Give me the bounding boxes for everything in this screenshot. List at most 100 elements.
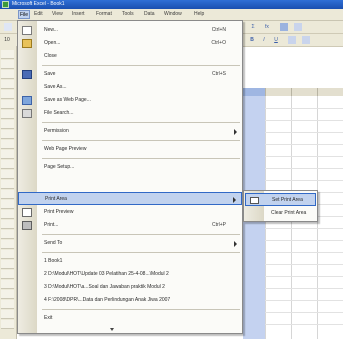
submenu-arrow-icon bbox=[234, 241, 237, 247]
row-header[interactable] bbox=[1, 260, 14, 269]
print-icon bbox=[22, 221, 32, 230]
recent-file-1[interactable]: 1 Book1 bbox=[18, 255, 242, 268]
new-icon[interactable] bbox=[4, 23, 12, 31]
row-header[interactable] bbox=[1, 270, 14, 279]
row-header[interactable] bbox=[1, 50, 14, 59]
row-header[interactable] bbox=[1, 100, 14, 109]
menu-tools[interactable]: Tools bbox=[122, 10, 134, 19]
submenu-arrow-icon bbox=[233, 197, 236, 203]
row-header[interactable] bbox=[1, 290, 14, 299]
row-header[interactable] bbox=[1, 90, 14, 99]
menu-item-label: Save As... bbox=[44, 84, 67, 90]
drawing-icon[interactable] bbox=[294, 23, 302, 31]
row-header[interactable] bbox=[1, 280, 14, 289]
menu-item-label: Save as Web Page... bbox=[44, 97, 91, 103]
new-document-icon bbox=[22, 26, 32, 35]
italic-button[interactable]: I bbox=[260, 36, 268, 44]
menu-item-save-as[interactable]: Save As... bbox=[18, 81, 242, 94]
row-header[interactable] bbox=[1, 210, 14, 219]
row-header[interactable] bbox=[1, 320, 14, 329]
menu-item-save[interactable]: Save Ctrl+S bbox=[18, 68, 242, 81]
row-header[interactable] bbox=[1, 200, 14, 209]
font-size-field[interactable]: 10 bbox=[2, 36, 12, 44]
menu-item-open[interactable]: Open... Ctrl+O bbox=[18, 37, 242, 50]
menu-item-clear-print-area[interactable]: Clear Print Area bbox=[245, 207, 316, 220]
menu-view[interactable]: View bbox=[52, 10, 63, 19]
menu-item-exit[interactable]: Exit bbox=[18, 312, 242, 325]
row-header[interactable] bbox=[1, 250, 14, 259]
menu-insert[interactable]: Insert bbox=[72, 10, 85, 19]
menu-item-web-page-preview[interactable]: Web Page Preview bbox=[18, 143, 242, 156]
row-header[interactable] bbox=[1, 160, 14, 169]
menu-item-send-to[interactable]: Send To bbox=[18, 237, 242, 250]
column-header[interactable] bbox=[265, 88, 292, 96]
open-folder-icon bbox=[22, 39, 32, 48]
menu-item-close[interactable]: Close bbox=[18, 50, 242, 63]
menu-data[interactable]: Data bbox=[144, 10, 155, 19]
align-icon[interactable] bbox=[288, 36, 296, 44]
menu-item-page-setup[interactable]: Page Setup... bbox=[18, 161, 242, 174]
column-header[interactable] bbox=[317, 88, 343, 96]
menu-item-save-as-web-page[interactable]: Save as Web Page... bbox=[18, 94, 242, 107]
recent-file-3[interactable]: 3 D:\Modul\HOT\a...Soal dan Jawaban prak… bbox=[18, 281, 242, 294]
row-header[interactable] bbox=[1, 310, 14, 319]
menu-separator bbox=[42, 158, 240, 159]
recent-file-4[interactable]: 4 F:\2008\DPR\...Data dan Perlindungan A… bbox=[18, 294, 242, 307]
row-header[interactable] bbox=[1, 220, 14, 229]
row-header[interactable] bbox=[1, 180, 14, 189]
menu-item-permission[interactable]: Permission bbox=[18, 125, 242, 138]
menu-format[interactable]: Format bbox=[96, 10, 112, 19]
row-header[interactable] bbox=[1, 300, 14, 309]
row-header[interactable] bbox=[1, 130, 14, 139]
row-header[interactable] bbox=[1, 60, 14, 69]
menu-item-label: Print Area bbox=[45, 196, 67, 202]
row-header[interactable] bbox=[1, 190, 14, 199]
window-title: Microsoft Excel - Book1 bbox=[12, 1, 65, 7]
menu-item-set-print-area[interactable]: Set Print Area bbox=[245, 193, 316, 206]
row-header[interactable] bbox=[1, 230, 14, 239]
recent-file-2[interactable]: 2 D:\Modul\HOT\Update 03 Pelatihan 25-4-… bbox=[18, 268, 242, 281]
file-search-icon bbox=[22, 109, 32, 118]
row-header[interactable] bbox=[1, 140, 14, 149]
menu-window[interactable]: Window bbox=[164, 10, 182, 19]
menu-item-label: Open... bbox=[44, 40, 61, 46]
menu-item-label: Web Page Preview bbox=[44, 146, 87, 152]
row-header[interactable] bbox=[1, 150, 14, 159]
menu-item-print-area[interactable]: Print Area bbox=[18, 192, 242, 205]
menu-item-shortcut: Ctrl+O bbox=[211, 40, 226, 46]
row-header[interactable] bbox=[1, 70, 14, 79]
row-header[interactable] bbox=[1, 240, 14, 249]
menu-separator bbox=[42, 252, 240, 253]
menu-item-label: New... bbox=[44, 27, 58, 33]
menu-item-print[interactable]: Print... Ctrl+P bbox=[18, 219, 242, 232]
function-button[interactable]: fx bbox=[262, 23, 272, 31]
column-header[interactable] bbox=[291, 88, 318, 96]
expand-menu-chevron-icon[interactable] bbox=[110, 328, 114, 331]
row-header[interactable] bbox=[1, 170, 14, 179]
set-print-area-icon bbox=[250, 197, 259, 204]
excel-app-icon[interactable] bbox=[2, 1, 9, 8]
menu-item-new[interactable]: New... Ctrl+N bbox=[18, 24, 242, 37]
print-area-submenu: Set Print Area Clear Print Area bbox=[243, 190, 318, 222]
menu-item-label: Set Print Area bbox=[272, 197, 303, 203]
column-header[interactable] bbox=[243, 88, 266, 96]
sum-button[interactable]: Σ bbox=[248, 23, 258, 31]
menu-item-shortcut: Ctrl+N bbox=[211, 27, 226, 33]
row-header[interactable] bbox=[1, 80, 14, 89]
save-disk-icon bbox=[22, 70, 32, 79]
menu-item-file-search[interactable]: File Search... bbox=[18, 107, 242, 120]
menu-file[interactable]: File bbox=[18, 10, 31, 19]
underline-button[interactable]: U bbox=[272, 36, 280, 44]
menu-item-print-preview[interactable]: Print Preview bbox=[18, 206, 242, 219]
row-header[interactable] bbox=[1, 110, 14, 119]
chart-wizard-icon[interactable] bbox=[280, 23, 288, 31]
menu-separator bbox=[42, 140, 240, 141]
merge-icon[interactable] bbox=[302, 36, 310, 44]
menu-edit[interactable]: Edit bbox=[34, 10, 43, 19]
menu-item-label: Print... bbox=[44, 222, 59, 228]
bold-button[interactable]: B bbox=[248, 36, 256, 44]
menu-help[interactable]: Help bbox=[194, 10, 204, 19]
menu-separator bbox=[42, 309, 240, 310]
menu-item-label: Exit bbox=[44, 315, 53, 321]
row-header[interactable] bbox=[1, 120, 14, 129]
